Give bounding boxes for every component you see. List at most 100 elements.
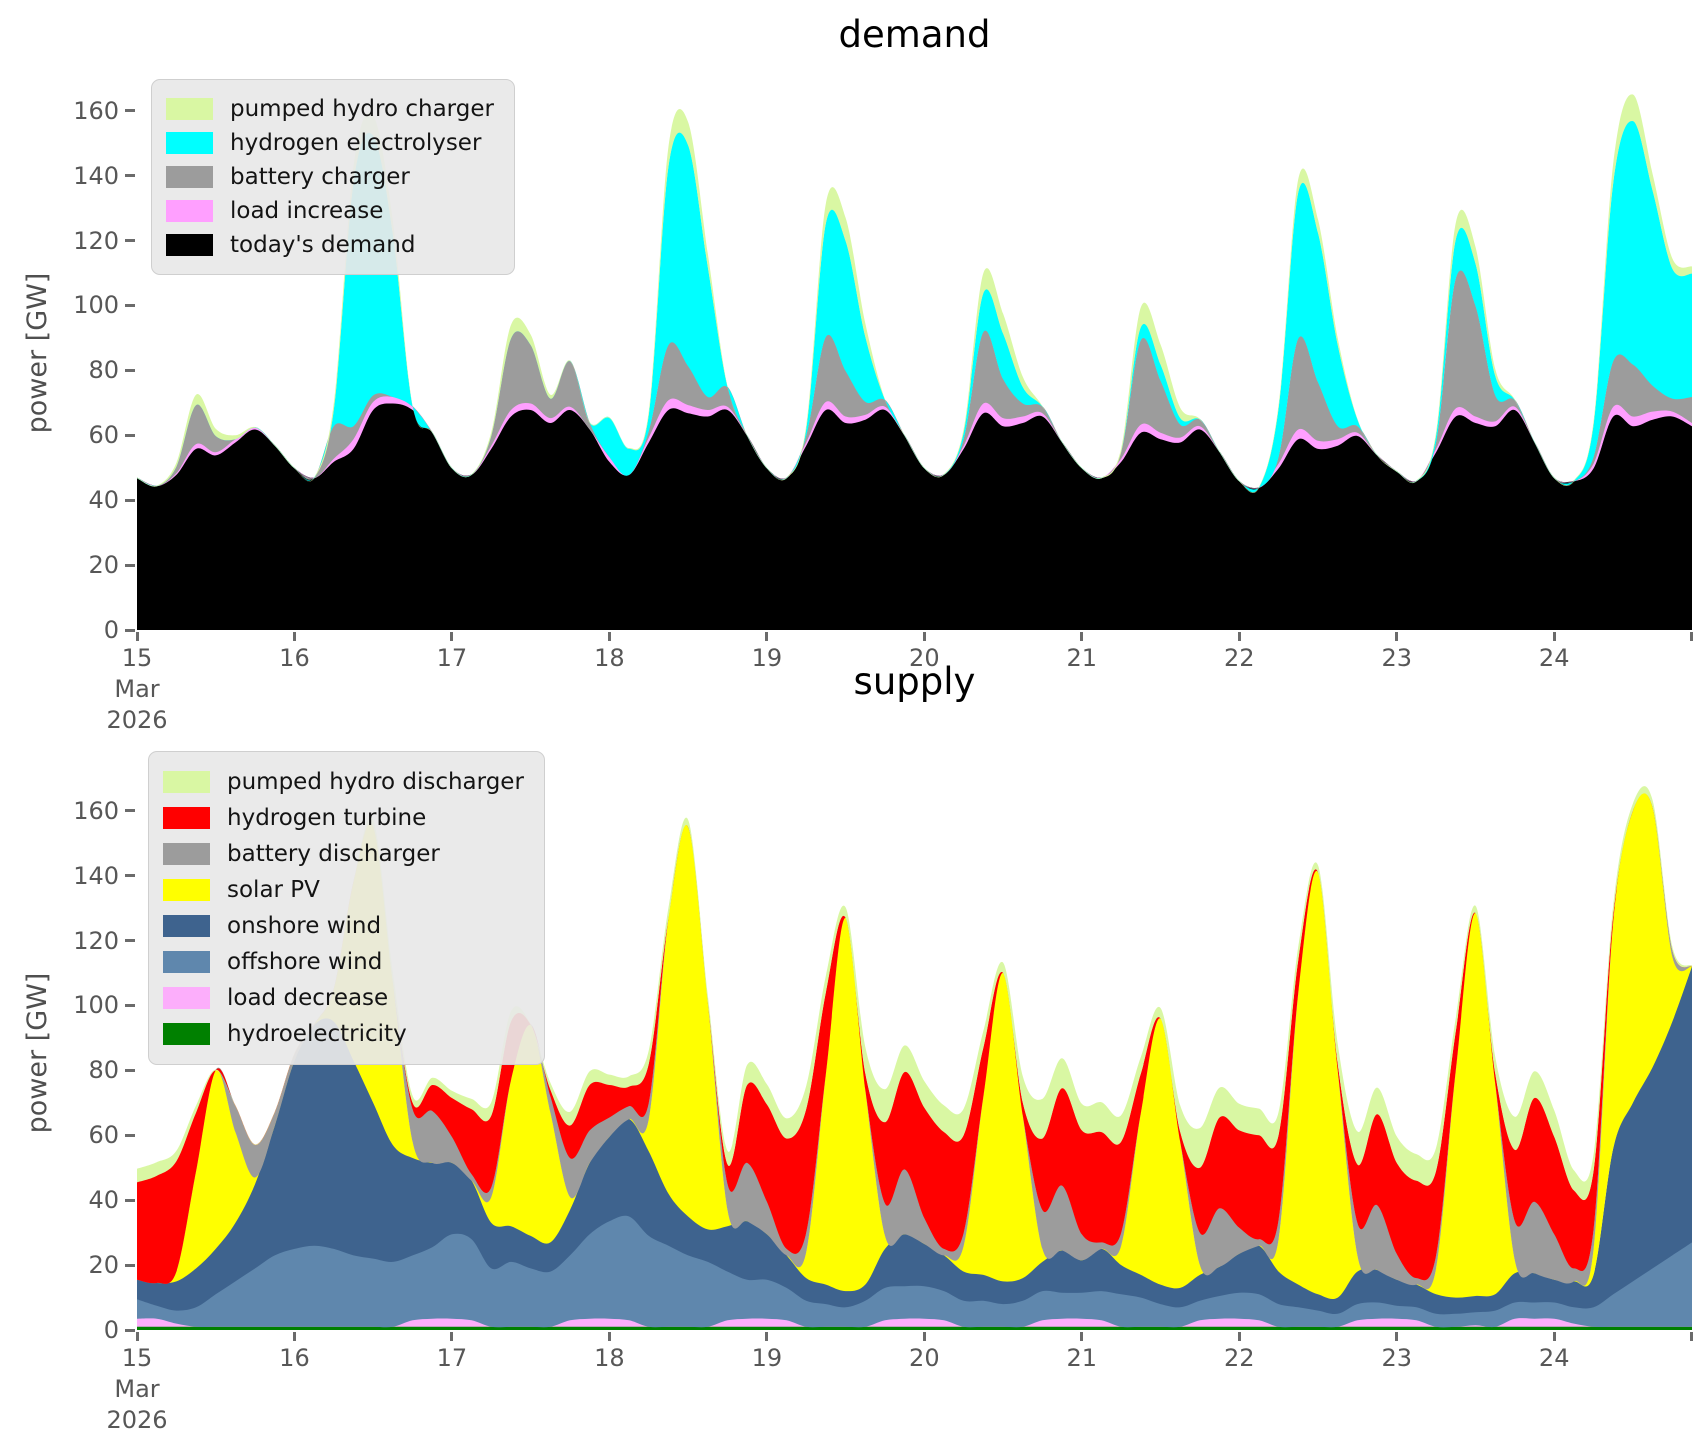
legend-item-hydroelectricity: hydroelectricity — [163, 1021, 524, 1047]
demand-x-tick — [450, 632, 454, 641]
demand-x-tick-label: 15 — [121, 644, 153, 672]
demand-y-tick — [125, 563, 135, 567]
legend-swatch-offshore_wind — [163, 951, 210, 973]
legend-item-todays_demand: today's demand — [166, 232, 494, 258]
supply-x-tick-label: 22 — [1223, 1344, 1255, 1372]
legend-label-load_decrease: load decrease — [227, 985, 389, 1011]
demand-x-tick-label: 20 — [909, 644, 940, 672]
supply-y-tick — [125, 939, 135, 943]
demand-x-tick-label: 17 — [436, 644, 468, 672]
supply-x-tick-label: 21 — [1066, 1344, 1098, 1372]
legend-item-load_decrease: load decrease — [163, 985, 524, 1011]
supply-x-tick-edge — [1690, 1332, 1693, 1341]
legend-swatch-onshore_wind — [163, 915, 210, 937]
demand-y-tick — [125, 109, 135, 113]
legend-swatch-hydroelectricity — [163, 1023, 210, 1045]
demand-x-tick-sublabel: 2026 — [106, 706, 168, 734]
supply-x-tick — [1395, 1332, 1399, 1341]
legend-swatch-solar_pv — [163, 879, 210, 901]
demand-y-tick — [125, 239, 135, 243]
legend-swatch-load_increase — [166, 200, 213, 222]
legend-swatch-pumped_hydro_charger — [166, 98, 213, 120]
demand-y-tick — [125, 628, 135, 632]
legend-label-onshore_wind: onshore wind — [227, 913, 382, 939]
supply-x-tick — [292, 1332, 296, 1341]
supply-y-tick-label: 160 — [73, 796, 119, 825]
supply-x-tick-sublabel: 2026 — [106, 1406, 168, 1431]
legend-item-battery_charger: battery charger — [166, 164, 494, 190]
supply-y-tick — [125, 874, 135, 878]
legend-item-pumped_hydro_charger: pumped hydro charger — [166, 96, 494, 122]
supply-y-tick-label: 80 — [88, 1056, 119, 1085]
supply-x-tick-sublabel: Mar — [114, 1375, 160, 1403]
demand-x-tick-label: 22 — [1223, 644, 1255, 672]
supply-y-tick-label: 60 — [88, 1121, 119, 1150]
legend-swatch-load_decrease — [163, 987, 210, 1009]
supply-x-tick — [450, 1332, 454, 1341]
supply-x-tick — [1552, 1332, 1556, 1341]
supply-x-tick — [135, 1332, 139, 1341]
demand-x-tick — [1237, 632, 1241, 641]
legend-swatch-todays_demand — [166, 234, 213, 256]
legend-label-pumped_hydro_charger: pumped hydro charger — [230, 96, 494, 122]
demand-x-tick — [765, 632, 769, 641]
legend-label-battery_charger: battery charger — [230, 164, 410, 190]
demand-y-tick-label: 40 — [88, 486, 119, 515]
figure: demand power [GW] pumped hydro charger hy… — [0, 0, 1706, 1431]
demand-y-tick — [125, 433, 135, 437]
demand-x-tick-sublabel: Mar — [114, 675, 160, 703]
supply-x-tick-label: 16 — [279, 1344, 310, 1372]
legend-label-offshore_wind: offshore wind — [227, 949, 383, 975]
demand-y-tick-label: 20 — [88, 551, 119, 580]
demand-x-tick-label: 18 — [594, 644, 625, 672]
demand-y-tick-label: 80 — [88, 356, 119, 385]
demand-x-tick — [1080, 632, 1084, 641]
legend-label-todays_demand: today's demand — [230, 232, 416, 258]
legend-label-pumped_hydro_discharger: pumped hydro discharger — [227, 769, 524, 795]
supply-x-tick — [1237, 1332, 1241, 1341]
supply-x-tick-label: 18 — [594, 1344, 625, 1372]
demand-x-tick — [135, 632, 139, 641]
demand-y-tick — [125, 498, 135, 502]
legend-item-solar_pv: solar PV — [163, 877, 524, 903]
legend-label-battery_discharger: battery discharger — [227, 841, 440, 867]
supply-y-tick-label: 40 — [88, 1186, 119, 1215]
supply-y-tick — [125, 1068, 135, 1072]
legend-item-load_increase: load increase — [166, 198, 494, 224]
supply-x-tick — [765, 1332, 769, 1341]
demand-legend: pumped hydro charger hydrogen electrolyse… — [151, 79, 515, 275]
supply-y-tick — [125, 809, 135, 813]
demand-y-tick — [125, 303, 135, 307]
legend-item-pumped_hydro_discharger: pumped hydro discharger — [163, 769, 524, 795]
demand-y-tick-label: 60 — [88, 421, 119, 450]
demand-x-tick-edge — [1690, 632, 1693, 641]
demand-x-tick-label: 21 — [1066, 644, 1098, 672]
demand-y-tick-label: 140 — [73, 161, 119, 190]
demand-x-tick — [292, 632, 296, 641]
demand-y-tick — [125, 368, 135, 372]
supply-x-tick-label: 17 — [436, 1344, 468, 1372]
supply-y-tick-label: 20 — [88, 1251, 119, 1280]
legend-swatch-pumped_hydro_discharger — [163, 771, 210, 793]
legend-swatch-hydrogen_electrolyser — [166, 132, 213, 154]
supply-x-tick-label: 23 — [1381, 1344, 1412, 1372]
demand-x-tick-label: 23 — [1381, 644, 1412, 672]
legend-label-load_increase: load increase — [230, 198, 384, 224]
supply-y-tick-label: 120 — [73, 926, 119, 955]
legend-label-hydroelectricity: hydroelectricity — [227, 1021, 407, 1047]
demand-chart-title: demand — [838, 13, 991, 56]
demand-y-tick-label: 0 — [103, 616, 119, 644]
demand-x-tick-label: 16 — [279, 644, 310, 672]
legend-item-offshore_wind: offshore wind — [163, 949, 524, 975]
demand-y-tick-label: 120 — [73, 226, 119, 255]
legend-label-hydrogen_turbine: hydrogen turbine — [227, 805, 427, 831]
supply-y-tick — [125, 1133, 135, 1137]
supply-x-tick-label: 24 — [1538, 1344, 1570, 1372]
legend-swatch-battery_discharger — [163, 843, 210, 865]
legend-item-battery_discharger: battery discharger — [163, 841, 524, 867]
supply-legend: pumped hydro discharger hydrogen turbine b… — [148, 751, 545, 1065]
legend-swatch-hydrogen_turbine — [163, 807, 210, 829]
supply-x-tick-label: 15 — [121, 1344, 153, 1372]
legend-item-onshore_wind: onshore wind — [163, 913, 524, 939]
demand-y-tick-label: 100 — [73, 291, 119, 320]
